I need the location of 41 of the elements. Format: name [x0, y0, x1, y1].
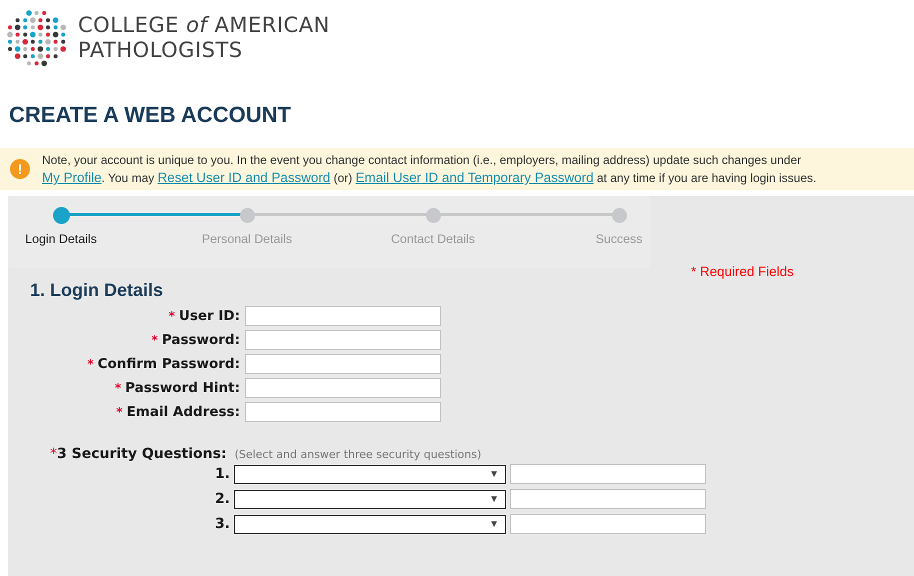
field-label: Confirm Password:: [98, 356, 240, 372]
step-label: Personal Details: [202, 232, 292, 246]
notice-text: (or): [334, 171, 352, 185]
logo-text: COLLEGE of AMERICAN PATHOLOGISTS: [78, 13, 330, 63]
notice-text: . You may: [102, 171, 154, 185]
input-field[interactable]: [245, 354, 441, 374]
question-number: 2.: [214, 491, 230, 507]
required-asterisk: *: [116, 405, 123, 419]
step-label: Login Details: [25, 232, 97, 246]
answer-field[interactable]: [510, 514, 706, 534]
page-title: CREATE A WEB ACCOUNT: [9, 102, 292, 128]
required-fields-note: * Required Fields: [691, 264, 794, 279]
required-asterisk: *: [50, 446, 57, 462]
question-dropdown[interactable]: ▼: [234, 514, 506, 534]
field-label: Password Hint:: [125, 380, 240, 396]
question-number: 1.: [214, 466, 230, 482]
input-field[interactable]: [245, 306, 441, 326]
logo-dots-icon: [6, 9, 68, 67]
question-dropdown[interactable]: ▼: [234, 490, 506, 508]
required-asterisk: *: [114, 381, 122, 395]
required-asterisk: *: [152, 333, 158, 347]
answer-field[interactable]: [510, 489, 706, 509]
step-label: Success: [596, 232, 642, 246]
required-asterisk: *: [168, 309, 175, 323]
field-label: Password:: [162, 332, 240, 348]
answer-field[interactable]: [510, 464, 706, 484]
input-field[interactable]: [245, 378, 441, 398]
section-title: 1. Login Details: [30, 280, 164, 301]
field-label: 3 Security Questions:: [57, 446, 227, 462]
field-label: Email Address:: [126, 404, 240, 420]
required-asterisk: *: [87, 357, 94, 371]
input-field[interactable]: [245, 330, 441, 350]
warning-icon: !: [10, 159, 30, 179]
input-field[interactable]: [245, 402, 441, 422]
question-dropdown[interactable]: ▼: [234, 464, 506, 484]
hint-text: (Select and answer three security questions): [234, 448, 482, 461]
step-label: Contact Details: [390, 232, 476, 246]
question-number: 3.: [214, 516, 230, 532]
field-label: User ID:: [178, 308, 240, 324]
notice-text: at any time if you are having login issues.: [596, 171, 816, 185]
notice-text: Note, your account is unique to you. In the event you change contact information (i.e., employers, mailing address) update such changes under: [42, 153, 802, 167]
